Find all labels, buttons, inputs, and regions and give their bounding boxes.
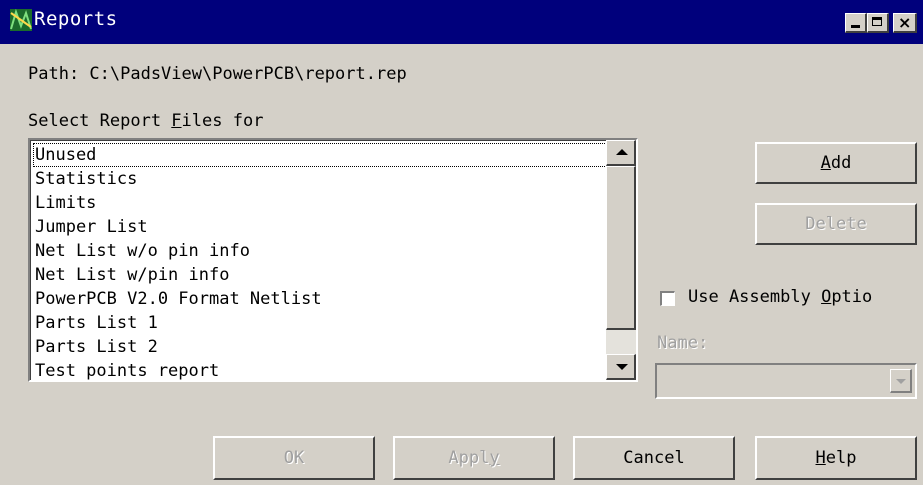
report-list-items: Unused Statistics Limits Jumper List Net Lis… bbox=[33, 143, 607, 383]
use-assembly-options-label: Use Assembly Optio bbox=[688, 287, 872, 307]
path-label: Path: C:\PadsView\PowerPCB\report.rep bbox=[28, 64, 407, 84]
add-button-mnemonic: A bbox=[820, 153, 831, 173]
add-button-label: dd bbox=[830, 153, 852, 173]
app-icon bbox=[10, 9, 32, 31]
select-report-files-label: Select Report Files for bbox=[28, 111, 263, 131]
list-item[interactable]: Jumper List bbox=[33, 215, 607, 239]
dropdown-arrow-icon[interactable] bbox=[890, 369, 912, 393]
name-label: Name: bbox=[657, 333, 709, 353]
list-item[interactable]: PowerPCB V2.0 Format Netlist bbox=[33, 287, 607, 311]
list-item[interactable]: Parts List 1 bbox=[33, 311, 607, 335]
use-assembly-options-checkbox[interactable] bbox=[660, 291, 675, 306]
cancel-button-label: Cancel bbox=[623, 448, 685, 468]
list-item[interactable]: Limits bbox=[33, 191, 607, 215]
assembly-label-mnemonic: O bbox=[821, 287, 832, 307]
delete-button-label: Delete bbox=[805, 214, 867, 234]
add-button[interactable]: Add bbox=[755, 142, 917, 184]
name-combobox[interactable] bbox=[655, 363, 917, 399]
scrollbar-thumb[interactable] bbox=[606, 166, 636, 330]
help-button[interactable]: Help bbox=[755, 436, 917, 480]
list-item[interactable]: Parts List 2 bbox=[33, 335, 607, 359]
apply-button[interactable]: Apply bbox=[393, 436, 555, 480]
list-item[interactable]: Net List w/pin info bbox=[33, 263, 607, 287]
ok-button-label: OK bbox=[283, 448, 305, 468]
list-item[interactable]: Statistics bbox=[33, 167, 607, 191]
cancel-button[interactable]: Cancel bbox=[573, 436, 735, 480]
scroll-up-arrow-icon[interactable] bbox=[606, 140, 636, 166]
help-button-mnemonic: H bbox=[815, 448, 826, 468]
report-files-listbox[interactable]: Unused Statistics Limits Jumper List Net Lis… bbox=[28, 138, 638, 382]
delete-button[interactable]: Delete bbox=[755, 203, 917, 245]
select-label-mnemonic: F bbox=[171, 111, 182, 131]
select-label-text: Select Report bbox=[28, 111, 172, 131]
list-item[interactable]: Net List w/o pin info bbox=[33, 239, 607, 263]
help-button-label: elp bbox=[825, 448, 857, 468]
list-item[interactable]: Unused bbox=[33, 143, 607, 167]
list-item[interactable]: Test points report bbox=[33, 359, 607, 383]
assembly-label-text: Use Assembly bbox=[688, 287, 822, 307]
title-bar[interactable]: Reports × bbox=[0, 0, 923, 44]
assembly-label-rest: ptio bbox=[831, 287, 873, 307]
apply-button-mnemonic: y bbox=[489, 448, 500, 468]
maximize-icon[interactable] bbox=[867, 13, 889, 33]
select-label-text-rest: iles for bbox=[181, 111, 264, 131]
close-icon[interactable]: × bbox=[893, 13, 917, 33]
apply-button-label: Appl bbox=[448, 448, 490, 468]
ok-button[interactable]: OK bbox=[213, 436, 375, 480]
scroll-down-arrow-icon[interactable] bbox=[606, 354, 636, 380]
vertical-scrollbar[interactable] bbox=[606, 140, 636, 380]
minimize-icon[interactable] bbox=[845, 13, 867, 33]
window-title: Reports bbox=[34, 8, 118, 30]
